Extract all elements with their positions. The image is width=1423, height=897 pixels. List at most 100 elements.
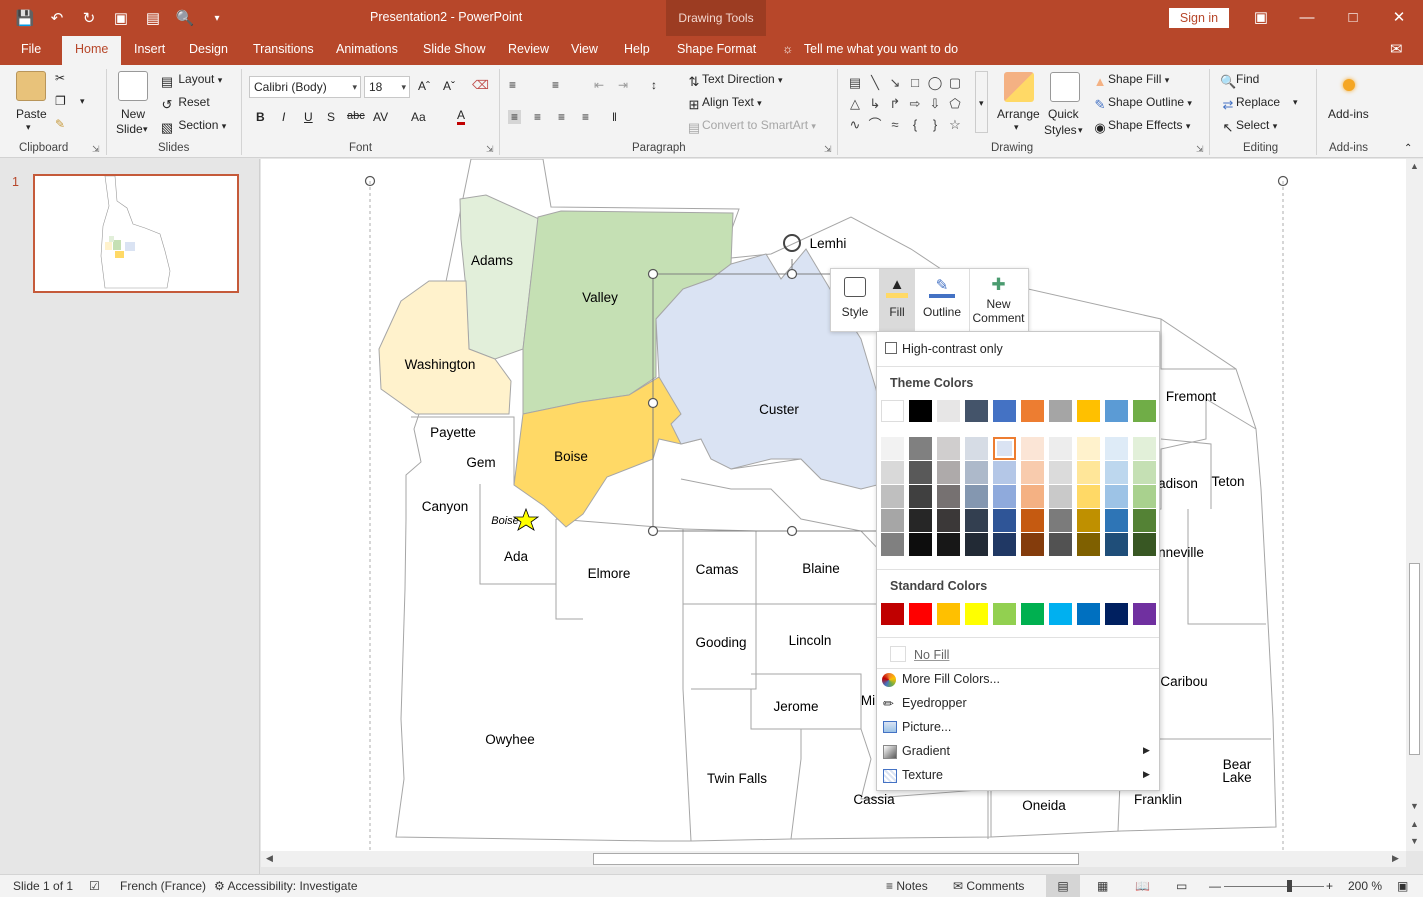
new-slide-label[interactable]: Slide xyxy=(116,122,143,136)
theme-shade-swatch[interactable] xyxy=(1133,485,1156,508)
theme-shade-swatch[interactable] xyxy=(1077,461,1100,484)
strikethrough-button[interactable]: abc xyxy=(347,110,365,122)
theme-shade-swatch[interactable] xyxy=(909,533,932,556)
rectangle-shape-icon[interactable]: □ xyxy=(905,72,925,93)
standard-color-swatch[interactable] xyxy=(1077,603,1100,625)
pentagon-shape-icon[interactable]: ⬠ xyxy=(945,93,965,114)
italic-button[interactable]: I xyxy=(282,110,285,124)
copy-dropdown-icon[interactable]: ▾ xyxy=(80,96,85,107)
theme-shade-swatch[interactable] xyxy=(1021,461,1044,484)
bullets-icon[interactable]: ≡ xyxy=(509,78,516,92)
arc-shape-icon[interactable]: ⌒ xyxy=(865,114,885,135)
align-text-button[interactable]: ⊞ Align Text ▾ xyxy=(686,95,762,113)
theme-shade-swatch[interactable] xyxy=(937,437,960,460)
texture-fill-item[interactable]: Texture ▶ xyxy=(877,765,1159,787)
shadow-button[interactable]: S xyxy=(327,110,335,124)
theme-shade-swatch[interactable] xyxy=(993,533,1016,556)
arrange-button[interactable]: Arrange xyxy=(997,107,1040,121)
scroll-left-icon[interactable]: ◀ xyxy=(266,853,273,864)
print-preview-icon[interactable]: 🔍 xyxy=(172,6,198,30)
copy-icon[interactable]: ❐ xyxy=(55,94,66,108)
high-contrast-toggle[interactable]: High-contrast only xyxy=(877,339,1159,361)
theme-shade-swatch[interactable] xyxy=(881,461,904,484)
eyedropper-item[interactable]: ✏ Eyedropper xyxy=(877,693,1159,715)
shape-fill-button[interactable]: ▲ Shape Fill ▾ xyxy=(1092,72,1170,90)
paragraph-launcher-icon[interactable]: ⇲ xyxy=(824,144,832,155)
scroll-right-icon[interactable]: ▶ xyxy=(1392,853,1399,864)
accessibility-status[interactable]: ⚙ Accessibility: Investigate xyxy=(214,879,358,893)
ribbon-display-icon[interactable]: ▣ xyxy=(1243,6,1279,30)
theme-shade-swatch[interactable] xyxy=(1105,509,1128,532)
theme-shade-swatch[interactable] xyxy=(881,509,904,532)
theme-shade-swatch[interactable] xyxy=(1049,485,1072,508)
new-comment-button[interactable]: ✚ New Comment xyxy=(969,269,1027,333)
horizontal-scroll-thumb[interactable] xyxy=(593,853,1079,865)
shapes-more-icon[interactable]: ▾ xyxy=(975,71,988,133)
replace-button[interactable]: ⇄ Replace xyxy=(1220,95,1280,113)
quick-styles-icon[interactable] xyxy=(1050,72,1080,102)
undo-icon[interactable]: ↶ xyxy=(44,6,70,30)
zoom-slider[interactable] xyxy=(1224,886,1324,887)
theme-color-swatch[interactable] xyxy=(1077,400,1100,422)
theme-shade-swatch[interactable] xyxy=(937,461,960,484)
standard-color-swatch[interactable] xyxy=(1133,603,1156,625)
theme-color-swatch[interactable] xyxy=(993,400,1016,422)
language-indicator[interactable]: French (France) xyxy=(120,879,206,893)
save-icon[interactable]: 💾 xyxy=(12,6,38,30)
numbering-icon[interactable]: ≡ xyxy=(552,78,559,92)
theme-color-swatch[interactable] xyxy=(1105,400,1128,422)
font-color-button[interactable]: A xyxy=(457,109,466,125)
normal-view-icon[interactable]: ▤ xyxy=(1046,875,1080,897)
bold-button[interactable]: B xyxy=(256,110,265,124)
standard-color-swatch[interactable] xyxy=(937,603,960,625)
spelling-icon[interactable]: ☑ xyxy=(89,879,100,893)
theme-color-swatch[interactable] xyxy=(937,400,960,422)
oval-shape-icon[interactable]: ◯ xyxy=(925,72,945,93)
brace-right-shape-icon[interactable]: } xyxy=(925,114,945,135)
theme-shade-swatch[interactable] xyxy=(1133,437,1156,460)
paste-icon[interactable] xyxy=(16,71,46,101)
standard-color-swatch[interactable] xyxy=(909,603,932,625)
change-case-button[interactable]: Aa xyxy=(411,110,426,124)
zoom-level[interactable]: 200 % xyxy=(1348,879,1382,893)
present-icon[interactable]: ▣ xyxy=(108,6,134,30)
comments-button[interactable]: ✉ Comments xyxy=(953,879,1024,893)
arrange-dropdown-icon[interactable]: ▾ xyxy=(1014,122,1019,133)
curve-shape-icon[interactable]: ∿ xyxy=(845,114,865,135)
theme-shade-swatch[interactable] xyxy=(937,485,960,508)
new-slide-button[interactable]: New xyxy=(121,107,145,121)
theme-shade-swatch[interactable] xyxy=(1077,437,1100,460)
slide-sorter-icon[interactable]: ▦ xyxy=(1097,879,1108,893)
tab-insert[interactable]: Insert xyxy=(134,42,165,56)
previous-slide-icon[interactable]: ▲ xyxy=(1410,819,1419,829)
scroll-up-icon[interactable]: ▲ xyxy=(1410,161,1419,171)
convert-smartart-button[interactable]: ▤ Convert to SmartArt ▾ xyxy=(686,118,816,136)
font-launcher-icon[interactable]: ⇲ xyxy=(486,144,494,155)
decrease-indent-icon[interactable]: ⇤ xyxy=(594,78,604,92)
close-icon[interactable]: ✕ xyxy=(1381,6,1417,30)
section-button[interactable]: ▧ Section ▾ xyxy=(159,118,226,136)
down-arrow-shape-icon[interactable]: ⇩ xyxy=(925,93,945,114)
arrange-icon[interactable] xyxy=(1004,72,1034,102)
line-spacing-icon[interactable]: ↕ xyxy=(651,78,657,92)
standard-color-swatch[interactable] xyxy=(965,603,988,625)
theme-color-swatch[interactable] xyxy=(881,400,904,422)
wave-shape-icon[interactable]: ≈ xyxy=(885,114,905,135)
columns-icon[interactable]: ‖ xyxy=(612,110,617,124)
slide-thumbnail[interactable] xyxy=(33,174,239,293)
fit-slide-icon[interactable]: ▣ xyxy=(1397,879,1408,893)
right-arrow-shape-icon[interactable]: ⇨ xyxy=(905,93,925,114)
theme-color-swatch[interactable] xyxy=(1133,400,1156,422)
triangle-shape-icon[interactable]: △ xyxy=(845,93,865,114)
theme-shade-swatch[interactable] xyxy=(1133,461,1156,484)
theme-shade-swatch[interactable] xyxy=(1049,533,1072,556)
theme-shade-swatch[interactable] xyxy=(965,533,988,556)
paste-dropdown-icon[interactable]: ▾ xyxy=(26,122,31,133)
standard-color-swatch[interactable] xyxy=(1105,603,1128,625)
high-contrast-checkbox[interactable] xyxy=(885,342,897,354)
tab-review[interactable]: Review xyxy=(508,42,549,56)
vertical-scroll-thumb[interactable] xyxy=(1409,563,1420,755)
add-ins-button[interactable]: Add-ins xyxy=(1328,107,1369,121)
character-spacing-button[interactable]: AV xyxy=(373,110,388,124)
line-shape-icon[interactable]: ╲ xyxy=(865,72,885,93)
